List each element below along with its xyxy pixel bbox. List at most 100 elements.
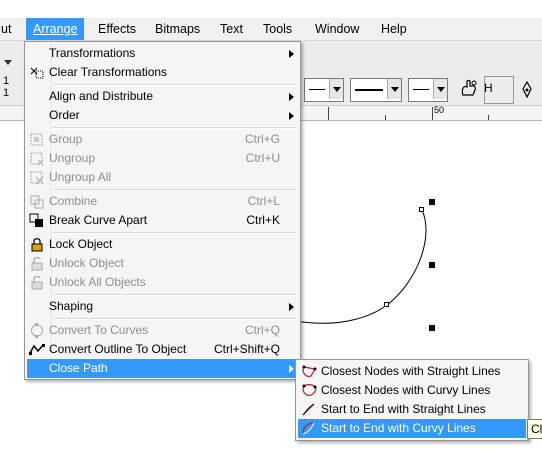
menu-separator [53, 294, 296, 296]
menu-item-label: Order [49, 108, 80, 122]
menu-item-label: Ungroup All [49, 170, 112, 184]
submenu-arrow-icon [289, 50, 294, 58]
menu-item-shortcut: Ctrl+K [246, 213, 280, 227]
menu-item-ungroup-all: Ungroup All [27, 168, 298, 187]
menu-item-shaping[interactable]: Shaping [27, 297, 298, 316]
menu-effects[interactable]: Effects [91, 18, 143, 40]
unlock-all-icon [29, 275, 45, 290]
menu-item-shortcut: Ctrl+Shift+Q [213, 342, 280, 356]
menu-item-label: Unlock Object [49, 256, 124, 270]
menu-item-label: Close Path [49, 361, 108, 375]
break-apart-icon [29, 213, 45, 228]
arrange-menu: Transformations Clear Transformations Al… [24, 41, 301, 380]
curve-path [295, 209, 427, 324]
menu-window[interactable]: Window [308, 18, 366, 40]
toolbar-value-2: 1 [3, 87, 10, 99]
menu-separator [53, 232, 296, 234]
ruler-tick-major [328, 107, 329, 120]
menu-item-label: Transformations [49, 46, 136, 60]
convert-outline-icon [29, 342, 45, 357]
tooltip: Cl [527, 419, 542, 439]
ungroup-all-icon [29, 170, 45, 185]
unlock-icon [29, 256, 45, 271]
menu-item-lock-object[interactable]: Lock Object [27, 235, 298, 254]
menu-arrange[interactable]: Arrange [26, 18, 85, 40]
menu-item-label: Clear Transformations [49, 65, 168, 79]
menu-separator [53, 84, 296, 86]
menu-item-order[interactable]: Order [27, 106, 298, 125]
menu-item-ungroup: Ungroup Ctrl+U [27, 149, 298, 168]
line-end-dropdown[interactable] [408, 78, 448, 102]
menu-separator [53, 189, 296, 191]
line-start-dropdown[interactable] [304, 78, 344, 102]
menu-text[interactable]: Text [213, 18, 250, 40]
hand-node-icon[interactable] [458, 79, 480, 99]
ungroup-icon [29, 151, 45, 166]
menu-item-shortcut: Ctrl+U [245, 151, 280, 165]
selection-handle[interactable] [429, 262, 435, 268]
submenu-item-closest-curvy[interactable]: Closest Nodes with Curvy Lines [298, 381, 526, 400]
menu-item-clear-transformations[interactable]: Clear Transformations [27, 63, 298, 82]
menu-bitmaps[interactable]: Bitmaps [148, 18, 207, 40]
menu-item-shortcut: Ctrl+G [244, 132, 280, 146]
menu-item-label: Break Curve Apart [49, 213, 148, 227]
menu-item-label: Convert Outline To Object [49, 342, 187, 356]
menu-item-label: Convert To Curves [49, 323, 149, 337]
submenu-item-label: Closest Nodes with Curvy Lines [321, 383, 491, 397]
submenu-item-start-end-curvy[interactable]: Start to End with Curvy Lines [298, 419, 526, 438]
menu-item-label: Lock Object [49, 237, 113, 251]
convert-curves-icon [29, 323, 45, 338]
submenu-item-closest-straight[interactable]: Closest Nodes with Straight Lines [298, 362, 526, 381]
selection-handle[interactable] [429, 199, 435, 205]
menu-item-group: Group Ctrl+G [27, 130, 298, 149]
menu-item-label: Unlock All Objects [49, 275, 146, 289]
submenu-item-label: Closest Nodes with Straight Lines [321, 364, 501, 378]
menu-item-label: Shaping [49, 299, 94, 313]
submenu-item-start-end-straight[interactable]: Start to End with Straight Lines [298, 400, 526, 419]
menu-separator [53, 127, 296, 129]
start-end-straight-icon [301, 402, 317, 417]
ruler-tick-major [432, 107, 433, 120]
submenu-arrow-icon [289, 365, 294, 373]
ruler-tick-minor [385, 115, 386, 120]
menu-item-unlock-all-objects: Unlock All Objects [27, 273, 298, 292]
hint-button[interactable] [484, 76, 514, 104]
selection-handle[interactable] [429, 325, 435, 331]
clear-transform-icon [29, 65, 45, 80]
menu-separator [53, 318, 296, 320]
pen-nib-icon[interactable] [519, 80, 535, 99]
submenu-arrow-icon [289, 93, 294, 101]
menu-help[interactable]: Help [374, 18, 414, 40]
lock-icon [29, 237, 45, 252]
ruler-tick-minor [488, 115, 489, 120]
menu-item-label: Align and Distribute [49, 89, 154, 103]
close-straight-icon [301, 364, 317, 379]
menu-item-label: Ungroup [49, 151, 96, 165]
menu-item-align-distribute[interactable]: Align and Distribute [27, 87, 298, 106]
ruler-label-50: 50 [434, 105, 445, 115]
submenu-arrow-icon [289, 303, 294, 311]
menu-item-close-path[interactable]: Close Path [27, 359, 298, 378]
menu-item-label: Group [49, 132, 83, 146]
menu-item-break-curve-apart[interactable]: Break Curve Apart Ctrl+K [27, 211, 298, 230]
combine-icon [29, 194, 45, 209]
submenu-item-label: Start to End with Curvy Lines [321, 421, 476, 435]
curve-node [419, 207, 424, 212]
menu-arrange-label: Arrange [33, 22, 78, 36]
line-style-dropdown[interactable] [350, 78, 402, 102]
menu-item-convert-outline[interactable]: Convert Outline To Object Ctrl+Shift+Q [27, 340, 298, 359]
menu-item-transformations[interactable]: Transformations [27, 44, 298, 63]
close-path-submenu: Closest Nodes with Straight Lines Closes… [295, 359, 529, 441]
group-icon [29, 132, 45, 147]
menu-item-convert-to-curves: Convert To Curves Ctrl+Q [27, 321, 298, 340]
close-curvy-icon [301, 383, 317, 398]
menu-view[interactable]: ut [0, 18, 18, 40]
start-end-curvy-icon [301, 421, 317, 436]
curve-node [384, 302, 389, 307]
menu-item-shortcut: Ctrl+Q [244, 323, 280, 337]
menu-item-label: Combine [49, 194, 98, 208]
submenu-item-label: Start to End with Straight Lines [321, 402, 486, 416]
menu-tools[interactable]: Tools [256, 18, 299, 40]
menu-bar: ut Arrange Effects Bitmaps Text Tools Wi… [0, 18, 542, 41]
small-arrow-icon[interactable] [4, 55, 12, 65]
